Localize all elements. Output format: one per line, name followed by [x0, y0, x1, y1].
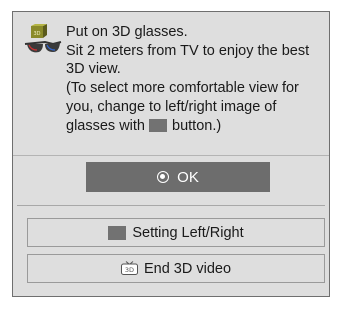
end-label: End 3D video: [143, 260, 232, 277]
setting-label: Setting Left/Right: [132, 224, 244, 241]
3d-tv-icon: 3D: [120, 261, 138, 275]
svg-text:3D: 3D: [33, 31, 40, 37]
color-key-swatch: [148, 118, 167, 132]
message-line: Put on 3D glasses.: [66, 24, 188, 40]
message-line: Sit 2 meters from TV to enjoy the best: [66, 42, 310, 59]
end-3d-video-button[interactable]: 3D End 3D video: [27, 254, 325, 283]
instruction-message: Put on 3D glasses. Sit 2 meters from TV …: [66, 23, 328, 135]
ok-button[interactable]: OK: [86, 162, 270, 192]
separator: [17, 205, 325, 206]
message-line-last: glasses with button.): [66, 117, 328, 136]
message-area: 3D Put on 3D glasses. Sit 2 meters from …: [13, 12, 329, 156]
message-text: button.): [172, 117, 222, 134]
message-text: glasses with: [66, 117, 145, 134]
radio-selected-icon: [157, 171, 170, 183]
message-line: you, change to left/right image of: [66, 98, 277, 115]
message-line: (To select more comfortable view for: [66, 80, 299, 97]
3d-glasses-dialog: 3D Put on 3D glasses. Sit 2 meters from …: [12, 11, 330, 297]
svg-text:3D: 3D: [125, 266, 134, 274]
color-key-icon: [108, 225, 127, 240]
3d-glasses-icon: 3D: [24, 24, 62, 53]
ok-label: OK: [177, 168, 199, 186]
setting-left-right-button[interactable]: Setting Left/Right: [27, 218, 325, 247]
message-line: 3D view.: [66, 61, 121, 78]
